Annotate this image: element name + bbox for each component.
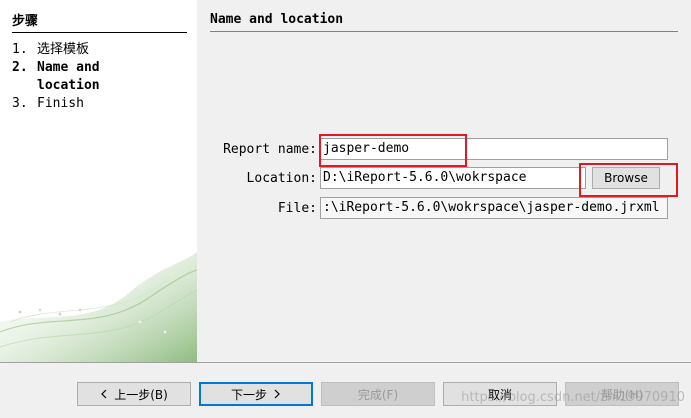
chevron-left-icon [101, 389, 107, 399]
help-button-label: 帮助(H) [600, 387, 644, 402]
chevron-right-icon [274, 389, 280, 399]
step-item-1: 1. 选择模板 [12, 41, 192, 59]
back-button[interactable]: 上一步(B) [77, 382, 191, 406]
finish-button-label: 完成(F) [357, 387, 399, 402]
steps-pane: 步骤 1. 选择模板 2. Name and location 3. Finis… [0, 0, 197, 362]
help-button[interactable]: 帮助(H) [565, 382, 679, 406]
location-field[interactable]: D:\iReport-5.6.0\wokrspace [320, 167, 586, 189]
steps-list: 1. 选择模板 2. Name and location 3. Finish [12, 41, 192, 113]
file-field: :\iReport-5.6.0\wokrspace\jasper-demo.jr… [320, 197, 668, 219]
report-name-field[interactable]: jasper-demo [320, 138, 668, 160]
cancel-button[interactable]: 取消 [443, 382, 557, 406]
decorative-swirl-graphic [0, 252, 197, 362]
finish-button[interactable]: 完成(F) [321, 382, 435, 406]
browse-button[interactable]: Browse [592, 167, 660, 189]
report-name-label: Report name: [223, 142, 317, 157]
step-label: Name and location [37, 60, 100, 93]
back-button-label: 上一步(B) [114, 387, 168, 402]
step-item-3: 3. Finish [12, 95, 192, 113]
location-label: Location: [246, 171, 317, 186]
step-item-2: 2. Name and location [12, 59, 192, 95]
file-label: File: [277, 201, 317, 216]
next-button[interactable]: 下一步 [199, 382, 313, 406]
step-label: 选择模板 [37, 42, 90, 57]
cancel-button-label: 取消 [487, 387, 512, 402]
step-number: 1. [12, 42, 28, 57]
panel-title: Name and location [210, 12, 678, 32]
step-number: 3. [12, 96, 28, 111]
content-pane: Name and location Report name: jasper-de… [197, 0, 691, 362]
step-label: Finish [37, 96, 84, 111]
next-button-label: 下一步 [230, 387, 267, 402]
steps-title: 步骤 [12, 10, 187, 33]
footer-separator [0, 362, 691, 363]
step-number: 2. [12, 60, 28, 75]
